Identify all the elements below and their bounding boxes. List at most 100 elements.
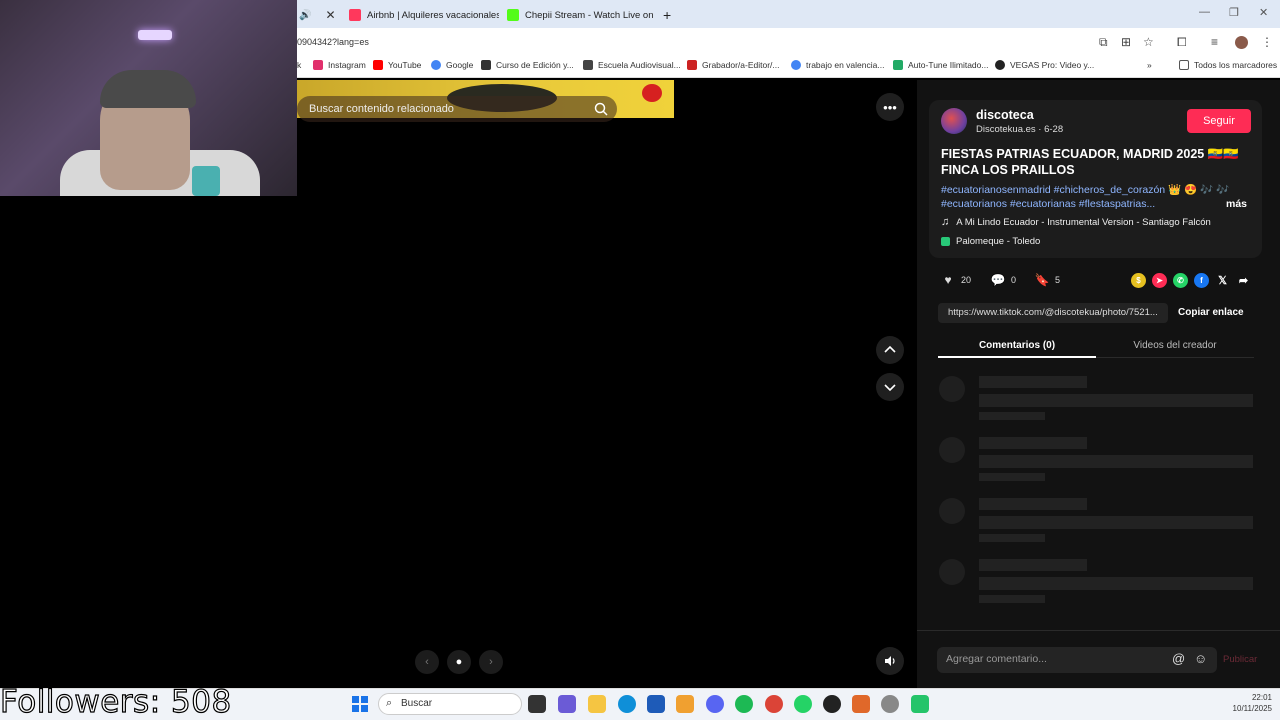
related-search-bar[interactable]: Buscar contenido relacionado [297,96,617,122]
carousel-dot[interactable]: ● [447,650,471,674]
tab-current[interactable]: 🔊 ✕ [299,4,343,26]
windows-start-icon[interactable] [352,696,368,712]
share-arrow-icon[interactable]: ➦ [1236,273,1251,288]
like-button[interactable]: ♥ 20 [941,273,971,287]
file-explorer-icon[interactable] [588,695,606,713]
carousel-prev-icon[interactable]: ‹ [415,650,439,674]
emoji-icon[interactable]: ☺ [1194,651,1207,666]
obs-icon[interactable] [823,695,841,713]
profile-avatar[interactable] [1235,36,1248,49]
creator-subtitle: Discotekua.es · 6-28 [976,124,1064,135]
creator-name[interactable]: discoteca [976,108,1034,122]
bookmark-curso[interactable]: Curso de Edición y... [481,60,574,70]
bookmark-youtube[interactable]: YouTube [373,60,421,70]
next-video-button[interactable] [876,373,904,401]
close-tab-icon[interactable]: ✕ [325,8,335,22]
app-icon[interactable] [676,695,694,713]
facebook-icon[interactable]: f [1194,273,1209,288]
bookmark-autotune[interactable]: Auto-Tune Ilimitado... [893,60,988,70]
task-view-icon[interactable] [528,695,546,713]
music-info[interactable]: ♫ A Mi Lindo Ecuador - Instrumental Vers… [941,216,1211,228]
creator-avatar[interactable] [941,108,967,134]
tab-label: Chepii Stream - Watch Live on [525,9,654,21]
vegas-icon[interactable] [852,695,870,713]
store-icon[interactable] [647,695,665,713]
location-icon [941,237,950,246]
post-hashtags[interactable]: #ecuatorianosenmadrid #chicheros_de_cora… [941,183,1241,211]
teams-icon[interactable] [558,695,576,713]
close-window-icon[interactable]: ✕ [1259,6,1268,19]
minimize-icon[interactable]: — [1199,6,1210,18]
bookmark-escuela[interactable]: Escuela Audiovisual... [583,60,681,70]
discord-icon[interactable] [706,695,724,713]
bookmark-trabajo[interactable]: trabajo en valencia... [791,60,884,70]
bookmark-label: Escuela Audiovisual... [598,60,681,70]
tab-airbnb[interactable]: Airbnb | Alquileres vacacionales ✕ [349,4,499,26]
like-count: 20 [961,275,972,285]
share-send-icon[interactable]: ➤ [1152,273,1167,288]
save-button[interactable]: 🔖 5 [1035,273,1060,287]
comment-button[interactable]: 💬 0 [991,273,1016,287]
star-icon[interactable]: ☆ [1143,35,1154,49]
more-options-button[interactable]: ••• [876,93,904,121]
volume-button[interactable] [876,647,904,675]
extensions-icon[interactable]: ⧠ [1177,35,1187,50]
more-link[interactable]: más [1226,198,1247,210]
previous-video-button[interactable] [876,336,904,364]
mention-icon[interactable]: @ [1172,651,1185,666]
settings-icon[interactable] [881,695,899,713]
install-app-icon[interactable]: ⧉ [1099,35,1108,50]
youtube-icon [373,60,383,70]
tab-comments[interactable]: Comentarios (0) [938,340,1096,351]
comment-skeleton [937,376,1253,436]
heart-icon: ♥ [944,273,952,287]
translate-icon[interactable]: ⊞ [1121,35,1131,49]
related-search-text: Buscar contenido relacionado [309,103,454,115]
reading-list-icon[interactable]: ≡ [1211,35,1218,49]
bookmark-vegas[interactable]: VEGAS Pro: Video y... [995,60,1094,70]
google-icon [791,60,801,70]
post-details-panel: discoteca Discotekua.es · 6-28 Seguir FI… [917,80,1280,688]
url-field[interactable]: 0904342?lang=es [297,37,369,47]
taskbar-search[interactable]: ⌕ Buscar [378,693,522,715]
bookmark-label: VEGAS Pro: Video y... [1010,60,1095,70]
webcam-overlay [0,0,297,196]
location-info[interactable]: Palomeque - Toledo [941,236,1040,247]
bookmark-google[interactable]: Google [431,60,473,70]
site-icon [995,60,1005,70]
whatsapp-icon[interactable]: ✆ [1173,273,1188,288]
tab-kick[interactable]: Chepii Stream - Watch Live on ✕ [507,4,657,26]
airbnb-icon [349,9,361,21]
share-coin-icon[interactable]: $ [1131,273,1146,288]
tab-creator-videos[interactable]: Videos del creador [1096,340,1254,351]
bookmark-label: trabajo en valencia... [806,60,885,70]
bookmark-label: Instagram [328,60,366,70]
all-bookmarks[interactable]: Todos los marcadores [1179,60,1277,70]
x-icon[interactable]: 𝕏 [1215,273,1230,288]
share-link-field[interactable]: https://www.tiktok.com/@discotekua/photo… [938,303,1168,323]
restore-icon[interactable]: ❐ [1229,6,1239,19]
post-title: FIESTAS PATRIAS ECUADOR, MADRID 2025 🇪🇨🇪… [941,147,1239,177]
follow-button[interactable]: Seguir [1187,109,1251,133]
search-icon[interactable] [593,101,609,117]
bookmarks-overflow-icon[interactable]: » [1147,60,1152,70]
bookmark-grabador[interactable]: Grabador/a-Editor/... [687,60,779,70]
clock-date: 10/11/2025 [1232,704,1272,713]
music-title: A Mi Lindo Ecuador - Instrumental Versio… [956,216,1211,228]
whatsapp-icon[interactable] [794,695,812,713]
menu-dots-icon[interactable]: ⋮ [1261,35,1273,49]
kick-icon[interactable] [911,695,929,713]
chrome-icon[interactable] [765,695,783,713]
taskbar-clock[interactable]: 22:01 10/11/2025 [1218,692,1272,714]
action-bar: ♥ 20 💬 0 🔖 5 $ ➤ ✆ f 𝕏 ➦ [941,273,1261,289]
spotify-icon[interactable] [735,695,753,713]
copy-link-button[interactable]: Copiar enlace [1178,307,1244,318]
bookmark-instagram[interactable]: Instagram [313,60,366,70]
new-tab-button[interactable]: + [663,4,679,26]
edge-icon[interactable] [618,695,636,713]
site-icon [687,60,697,70]
bookmark-label: Google [446,60,474,70]
carousel-next-icon[interactable]: › [479,650,503,674]
post-info-card: discoteca Discotekua.es · 6-28 Seguir FI… [929,100,1262,258]
publish-button[interactable]: Publicar [1223,654,1257,665]
